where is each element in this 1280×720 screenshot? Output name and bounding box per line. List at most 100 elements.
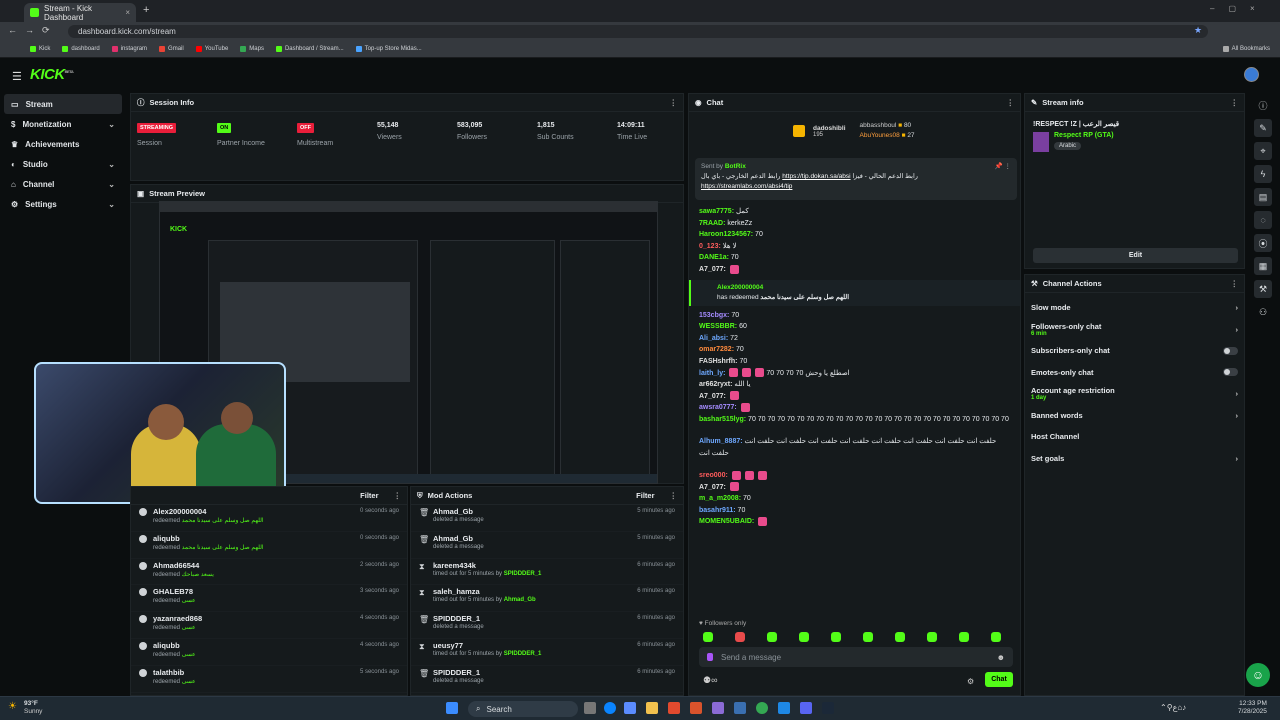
chat-message[interactable]: basahr911: 70 <box>689 505 1020 517</box>
quick-emote-icon[interactable] <box>767 632 777 642</box>
pinned-message[interactable]: Sent by BotRix 📌 ⋮ رابط الدعم الخارجي - ب… <box>695 158 1017 200</box>
category-link[interactable]: Respect RP (GTA) <box>1054 132 1114 139</box>
edge-icon[interactable] <box>604 702 616 714</box>
bookmark-kick[interactable]: Kick <box>30 46 50 52</box>
office-icon[interactable] <box>668 702 680 714</box>
crosshair-icon[interactable]: ⌖ <box>1254 142 1272 160</box>
sidebar-item-achievements[interactable]: ♛ Achievements <box>0 134 126 154</box>
channel-action-row[interactable]: Slow mode › <box>1025 297 1244 319</box>
system-tray-icons[interactable]: ⌃⚲ع⌂♪ <box>1160 703 1186 712</box>
bookmark-dashboard[interactable]: dashboard <box>62 46 100 52</box>
chat-settings-icon[interactable]: ⚉∞ <box>703 675 717 686</box>
bookmark-youtube[interactable]: YouTube <box>195 46 228 52</box>
mod-filter-button[interactable]: Filter <box>636 491 654 500</box>
grid-icon[interactable]: ▦ <box>1254 257 1272 275</box>
store-icon[interactable] <box>712 702 724 714</box>
channel-action-row[interactable]: Set goals › <box>1025 448 1244 470</box>
activity-row[interactable]: Alex200000004 redeemed اللهم صل وسلم على… <box>131 505 407 532</box>
activity-filter-button[interactable]: Filter <box>360 491 378 500</box>
more-options-icon[interactable]: ⋮ <box>1231 279 1239 288</box>
user-avatar[interactable] <box>1244 67 1259 82</box>
pinned-link-streamlabs[interactable]: https://streamlabs.com/absi4/tip <box>701 183 792 190</box>
quick-emote-icon[interactable] <box>895 632 905 642</box>
hamburger-menu-icon[interactable]: ☰ <box>12 70 22 83</box>
windows-start-icon[interactable] <box>446 702 458 714</box>
toggle-switch[interactable] <box>1223 346 1238 355</box>
sidebar-item-channel[interactable]: ⌂ Channel ⌄ <box>0 174 126 194</box>
more-options-icon[interactable]: ⋮ <box>670 491 678 500</box>
chat-message[interactable]: awsra0777: <box>689 402 1020 414</box>
chat-message[interactable]: WESSBBR: 60 <box>689 321 1020 333</box>
chat-message[interactable]: 0_123: لا هلا <box>689 241 1020 253</box>
sidebar-item-studio[interactable]: ◐ Studio ⌄ <box>0 154 126 174</box>
chat-message[interactable]: FASHshrfh: 70 <box>689 356 1020 368</box>
more-options-icon[interactable]: ⋮ <box>670 98 678 107</box>
more-options-icon[interactable]: ⋮ <box>394 491 402 500</box>
bookmark-maps[interactable]: Maps <box>240 46 264 52</box>
url-field[interactable]: dashboard.kick.com/stream <box>68 25 1208 38</box>
quick-emote-icon[interactable] <box>991 632 1001 642</box>
chat-message[interactable]: A7_077: <box>689 264 1020 276</box>
app-icon[interactable] <box>690 702 702 714</box>
activity-row[interactable]: Ahmad66544 redeemed يسعد صباحك 2 seconds… <box>131 559 407 586</box>
chat-message[interactable]: laith_ly: 70 70 70 70 اصطلع يا وحش <box>689 368 1020 380</box>
channel-action-row[interactable]: Followers-only chat 6 min › <box>1025 319 1244 341</box>
chat-message[interactable]: MOMEN5UBAID: <box>689 516 1020 528</box>
nav-arrows-icon[interactable]: ←→⟳ <box>8 25 58 36</box>
taskbar-search[interactable]: ⌕ Search <box>468 701 578 717</box>
pencil-icon[interactable]: ✎ <box>1254 119 1272 137</box>
mod-action-row[interactable]: 🗑 SPIDDDER_1 deleted a message 6 minutes… <box>411 612 683 639</box>
chat-message[interactable]: bashar515lyg: 70 70 70 70 70 70 70 70 70… <box>689 414 1020 436</box>
mod-action-row[interactable]: ⧗ saleh_hamza timed out for 5 minutes by… <box>411 585 683 613</box>
chrome-icon[interactable] <box>756 702 768 714</box>
users-icon[interactable]: ⚇ <box>1254 303 1272 321</box>
app-icon[interactable] <box>778 702 790 714</box>
sidebar-item-monetization[interactable]: $ Monetization ⌄ <box>0 114 126 134</box>
more-options-icon[interactable]: ⋮ <box>1231 98 1239 107</box>
mod-action-row[interactable]: 🗑 Ahmad_Gb deleted a message 5 minutes a… <box>411 532 683 559</box>
chat-message[interactable]: sawa7775: كمل <box>689 206 1020 218</box>
quick-emote-icon[interactable] <box>927 632 937 642</box>
chat-message[interactable]: sreo000: <box>689 470 1020 482</box>
copilot-icon[interactable] <box>624 702 636 714</box>
pinned-link-dokan[interactable]: https://tip.dokan.sa/absi <box>782 173 850 180</box>
lightning-icon[interactable]: ϟ <box>1254 165 1272 183</box>
steam-icon[interactable] <box>822 702 834 714</box>
chat-message[interactable]: A7_077: <box>689 482 1020 494</box>
quick-emote-icon[interactable] <box>703 632 713 642</box>
notepad-icon[interactable] <box>734 702 746 714</box>
chat-message[interactable]: Haroon1234567: 70 <box>689 229 1020 241</box>
quick-emote-icon[interactable] <box>735 632 745 642</box>
activity-row[interactable]: aliqubb redeemed اللهم صل وسلم على سيدنا… <box>131 532 407 559</box>
broadcast-icon[interactable]: ⦿ <box>1254 234 1272 252</box>
mod-action-row[interactable]: ⧗ ueusy77 timed out for 5 minutes by SPI… <box>411 639 683 666</box>
toggle-switch[interactable] <box>1223 368 1238 377</box>
weather-widget[interactable]: 93°F Sunny <box>24 700 42 716</box>
bookmark-dashboard-stream[interactable]: Dashboard / Stream... <box>275 46 344 52</box>
discord-icon[interactable] <box>800 702 812 714</box>
clipboard-icon[interactable]: ▤ <box>1254 188 1272 206</box>
bookmark-star-icon[interactable]: ★ <box>1194 25 1202 36</box>
channel-action-row[interactable]: Banned words › <box>1025 405 1244 427</box>
bookmark-instagram[interactable]: instagram <box>111 46 147 52</box>
chat-message[interactable]: A7_077: <box>689 391 1020 403</box>
chat-input[interactable]: Send a message ☻ <box>699 647 1013 667</box>
quick-emote-icon[interactable] <box>863 632 873 642</box>
activity-row[interactable]: talathbib redeemed عسى 5 seconds ago <box>131 666 407 693</box>
emoji-icon[interactable]: ☻ <box>997 653 1005 662</box>
new-tab-icon[interactable]: + <box>143 4 149 16</box>
wrench-icon[interactable]: ⚒ <box>1254 280 1272 298</box>
info-icon[interactable]: ⓘ <box>1254 96 1272 114</box>
chat-message[interactable]: ar662ryxt: يا الله <box>689 379 1020 391</box>
chat-message[interactable]: m_a_m2008: 70 <box>689 493 1020 505</box>
activity-row[interactable]: GHALEB78 redeemed عسى 3 seconds ago <box>131 585 407 613</box>
activity-row[interactable]: aliqubb redeemed عسى 4 seconds ago <box>131 639 407 666</box>
activity-row[interactable]: yazanraed868 redeemed عسى 4 seconds ago <box>131 612 407 639</box>
quick-emote-icon[interactable] <box>799 632 809 642</box>
mic-icon[interactable] <box>707 653 713 661</box>
tab-close-icon[interactable]: × <box>125 8 130 17</box>
gear-icon[interactable]: ⚙ <box>967 677 974 686</box>
redeem-message[interactable]: Alex200000004 has redeemed اللهم صل وسلم … <box>689 279 1020 306</box>
sidebar-item-settings[interactable]: ⚙ Settings ⌄ <box>0 194 126 214</box>
mod-action-row[interactable]: ⧗ kareem434k timed out for 5 minutes by … <box>411 559 683 586</box>
